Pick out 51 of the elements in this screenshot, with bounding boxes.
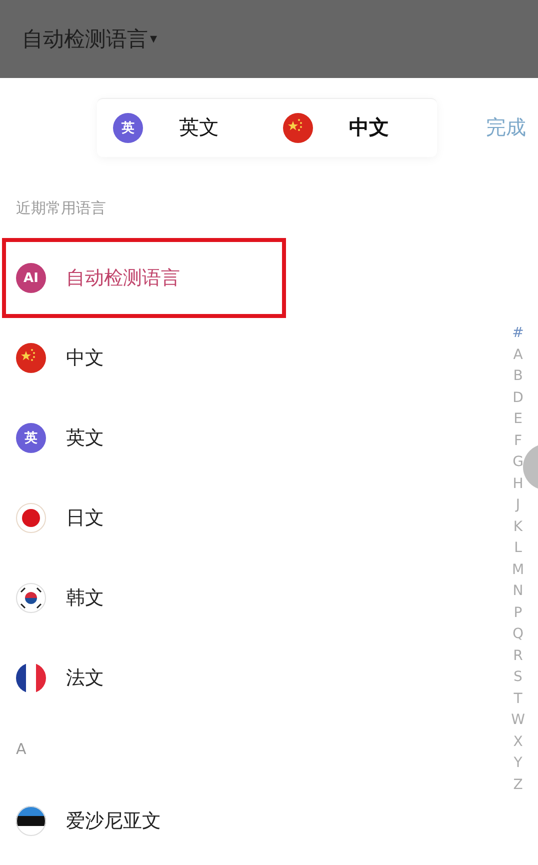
language-badge: 英 <box>113 112 143 142</box>
language-item[interactable]: 爱沙尼亚文 <box>0 781 480 861</box>
index-letter[interactable]: Z <box>513 774 523 796</box>
flag-icon <box>283 112 313 142</box>
done-button[interactable]: 完成 <box>486 114 526 140</box>
index-letter[interactable]: Y <box>514 753 522 774</box>
index-letter[interactable]: E <box>514 409 522 430</box>
target-language-button[interactable]: 中文 <box>267 112 437 142</box>
flag-icon <box>16 663 46 693</box>
ai-badge: AI <box>16 263 46 293</box>
language-item[interactable]: 中文 <box>0 318 480 398</box>
index-letter[interactable]: H <box>512 474 524 495</box>
language-name: 自动检测语言 <box>66 266 180 291</box>
language-name: 日文 <box>66 506 104 531</box>
index-letter[interactable]: N <box>512 581 524 602</box>
index-letter[interactable]: X <box>513 732 523 753</box>
language-name: 法文 <box>66 666 104 691</box>
index-letter[interactable]: G <box>512 452 524 474</box>
index-letter[interactable]: T <box>514 688 522 710</box>
index-letter[interactable]: P <box>514 602 522 624</box>
section-title: A <box>16 739 26 760</box>
language-name: 韩文 <box>66 586 104 611</box>
language-name: 爱沙尼亚文 <box>66 809 161 834</box>
flag-icon <box>16 503 46 533</box>
index-letter[interactable]: W <box>511 710 525 732</box>
language-item[interactable]: AI 自动检测语言 <box>2 238 286 318</box>
index-letter[interactable]: # <box>512 323 524 344</box>
language-name: 中文 <box>66 346 104 371</box>
index-letter[interactable]: R <box>513 646 523 667</box>
source-language-button[interactable]: 英 英文 <box>97 112 267 142</box>
language-item[interactable]: 韩文 <box>0 558 480 638</box>
index-letter[interactable]: A <box>513 344 523 366</box>
index-letter[interactable]: M <box>512 560 524 581</box>
language-name: 英文 <box>66 426 104 451</box>
index-letter[interactable]: Q <box>512 624 524 646</box>
flag-icon <box>16 343 46 373</box>
index-letter[interactable]: B <box>513 366 523 388</box>
language-item[interactable]: 英 英文 <box>0 398 480 478</box>
index-letter[interactable]: K <box>513 516 523 538</box>
flag-icon <box>16 583 46 613</box>
index-letter[interactable]: D <box>512 388 524 409</box>
section-title: 近期常用语言 <box>16 198 106 219</box>
flag-icon <box>16 806 46 836</box>
index-letter[interactable]: J <box>516 495 520 516</box>
index-letter[interactable]: F <box>514 430 522 452</box>
index-letter[interactable]: S <box>514 667 522 688</box>
language-badge: 英 <box>16 423 46 453</box>
language-item[interactable]: 日文 <box>0 478 480 558</box>
index-letter[interactable]: L <box>514 538 522 560</box>
language-dropdown[interactable]: 自动检测语言▾ <box>22 25 158 53</box>
language-item[interactable]: 法文 <box>0 638 480 718</box>
